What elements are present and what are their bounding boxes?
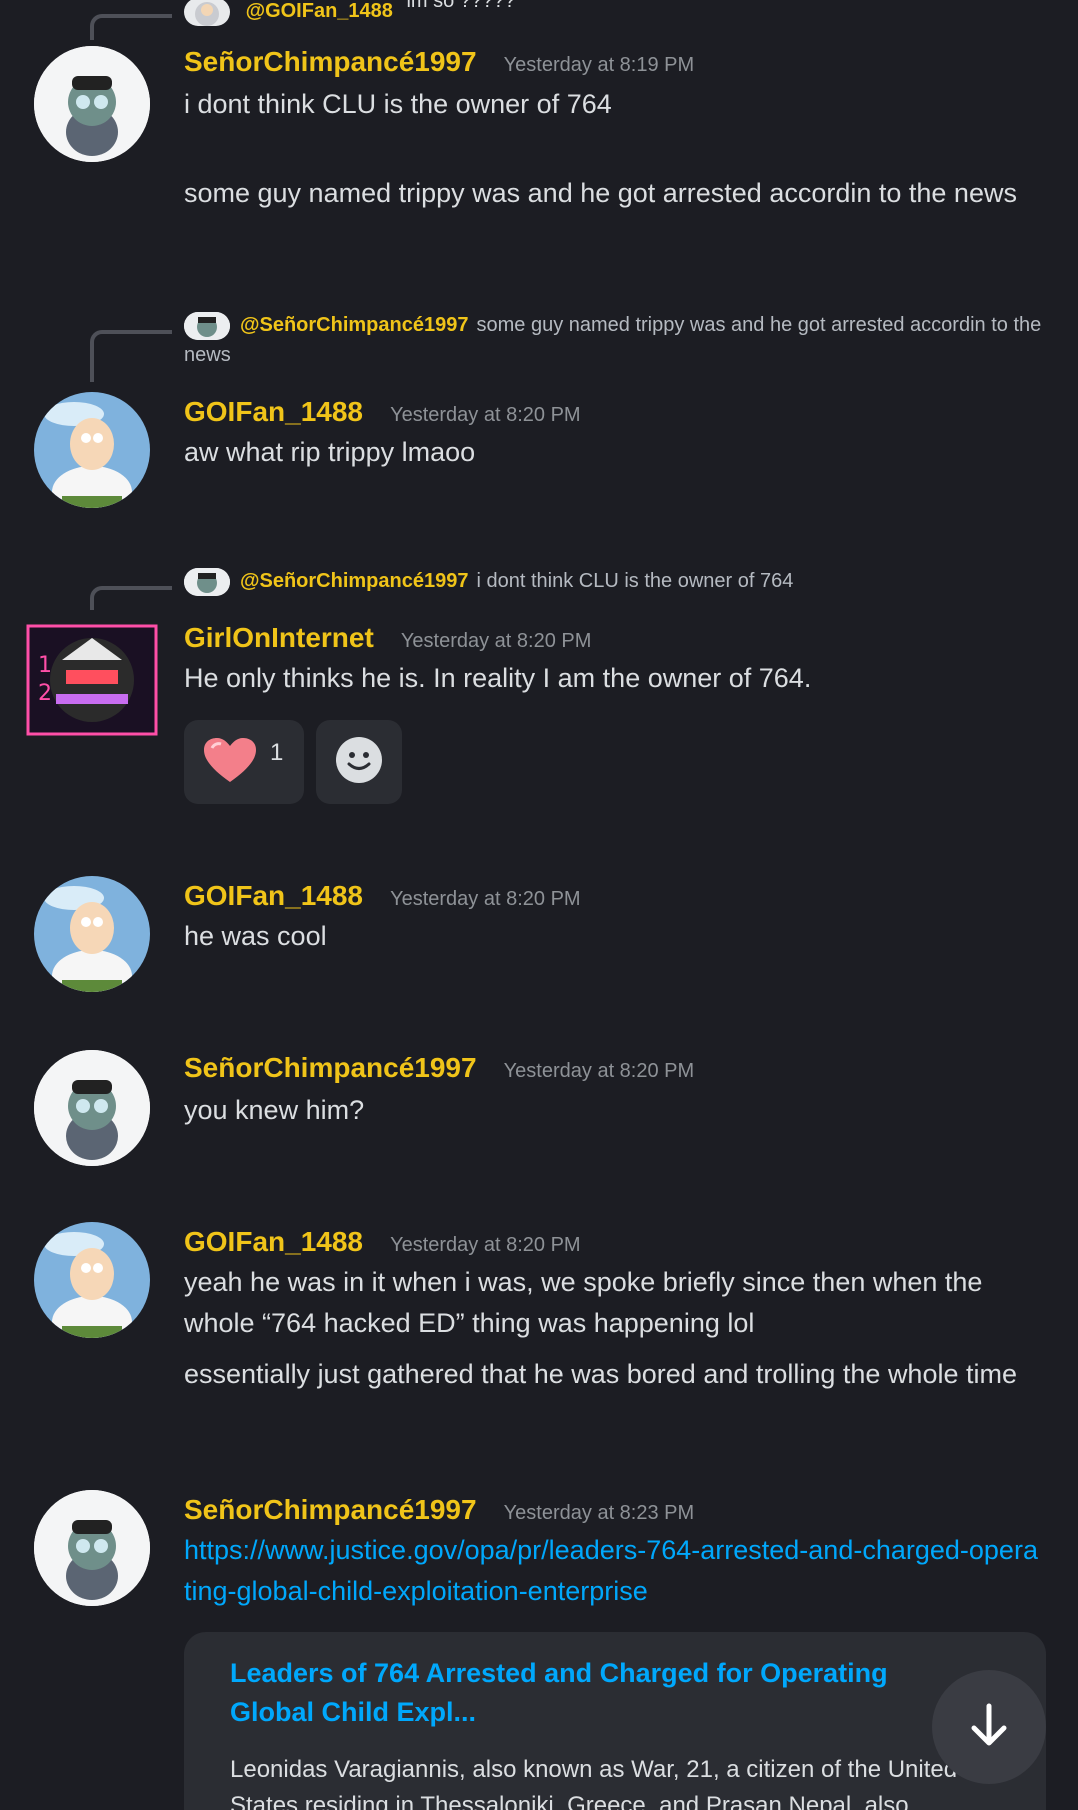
jump-to-bottom-button[interactable]: [932, 1670, 1046, 1784]
avatar[interactable]: [34, 1050, 150, 1166]
timestamp: Yesterday at 8:19 PM: [503, 54, 695, 76]
message-text: he was cool: [184, 916, 1034, 957]
avatar[interactable]: [34, 46, 150, 162]
message-line: aw what rip trippy lmaoo: [184, 437, 476, 467]
timestamp: Yesterday at 8:20 PM: [390, 1234, 581, 1256]
message-text: He only thinks he is. In reality I am th…: [184, 658, 1034, 699]
reply-preview[interactable]: @SeñorChimpancé1997 some guy named trippy…: [184, 310, 1044, 370]
svg-text:1: 1: [38, 653, 52, 678]
reply-preview[interactable]: @GOIFan_1488 im so ?????: [184, 0, 1044, 26]
avatar[interactable]: 1 2: [26, 620, 158, 740]
message-text: yeah he was in it when i was, we spoke b…: [184, 1262, 1034, 1395]
reaction-heart[interactable]: 1: [184, 720, 304, 804]
message-text: aw what rip trippy lmaoo: [184, 432, 1034, 473]
timestamp: Yesterday at 8:23 PM: [503, 1502, 695, 1524]
reply-spine: [90, 586, 172, 610]
reply-avatar: [184, 311, 230, 340]
embed-description: Leonidas Varagiannis, also known as War,…: [230, 1756, 958, 1810]
reply-spine: [90, 330, 172, 382]
arrow-down-icon: [964, 1700, 1014, 1754]
username[interactable]: GOIFan_1488: [184, 880, 363, 911]
avatar[interactable]: [34, 1490, 150, 1606]
message-line: yeah he was in it when i was, we spoke b…: [184, 1267, 983, 1338]
reaction-count: 1: [270, 739, 284, 766]
message-link[interactable]: https://www.justice.gov/opa/pr/leaders-7…: [184, 1535, 1038, 1606]
message-line: he was cool: [184, 921, 327, 951]
reply-mention[interactable]: @SeñorChimpancé1997: [240, 314, 468, 336]
reply-text: im so ?????: [406, 0, 516, 12]
username[interactable]: SeñorChimpancé1997: [184, 1494, 477, 1525]
timestamp: Yesterday at 8:20 PM: [390, 888, 581, 910]
avatar[interactable]: [34, 1222, 150, 1338]
reply-spine: [90, 14, 172, 40]
reply-mention[interactable]: @GOIFan_1488: [246, 0, 393, 22]
add-reaction-button[interactable]: [316, 720, 402, 804]
message-text: https://www.justice.gov/opa/pr/leaders-7…: [184, 1530, 1044, 1612]
message-line: He only thinks he is. In reality I am th…: [184, 663, 812, 693]
reply-avatar: [184, 567, 230, 596]
timestamp: Yesterday at 8:20 PM: [390, 404, 581, 426]
avatar[interactable]: [34, 876, 150, 992]
svg-text:2: 2: [38, 681, 52, 706]
message-line: essentially just gathered that he was bo…: [184, 1359, 1017, 1389]
reactions-bar: 1: [184, 720, 402, 804]
username[interactable]: SeñorChimpancé1997: [184, 1052, 477, 1083]
reply-mention[interactable]: @SeñorChimpancé1997: [240, 570, 468, 592]
message-text: i dont think CLU is the owner of 764 som…: [184, 84, 1034, 214]
username[interactable]: GOIFan_1488: [184, 396, 363, 427]
heart-icon: [202, 736, 258, 788]
message-line: you knew him?: [184, 1095, 365, 1125]
link-embed[interactable]: Leaders of 764 Arrested and Charged for …: [184, 1632, 1046, 1810]
timestamp: Yesterday at 8:20 PM: [503, 1060, 695, 1082]
username[interactable]: GOIFan_1488: [184, 1226, 363, 1257]
reply-avatar: [184, 0, 230, 26]
message-text: you knew him?: [184, 1090, 1034, 1131]
avatar[interactable]: [34, 392, 150, 508]
reply-preview[interactable]: @SeñorChimpancé1997 i dont think CLU is t…: [184, 566, 1044, 596]
message-line: i dont think CLU is the owner of 764: [184, 89, 612, 119]
timestamp: Yesterday at 8:20 PM: [400, 630, 592, 652]
username[interactable]: SeñorChimpancé1997: [184, 46, 477, 77]
add-reaction-icon: [334, 735, 384, 789]
embed-title[interactable]: Leaders of 764 Arrested and Charged for …: [230, 1654, 950, 1732]
username[interactable]: GirlOnInternet: [184, 622, 374, 653]
reply-text: i dont think CLU is the owner of 764: [476, 570, 794, 592]
message-line: some guy named trippy was and he got arr…: [184, 178, 1017, 208]
